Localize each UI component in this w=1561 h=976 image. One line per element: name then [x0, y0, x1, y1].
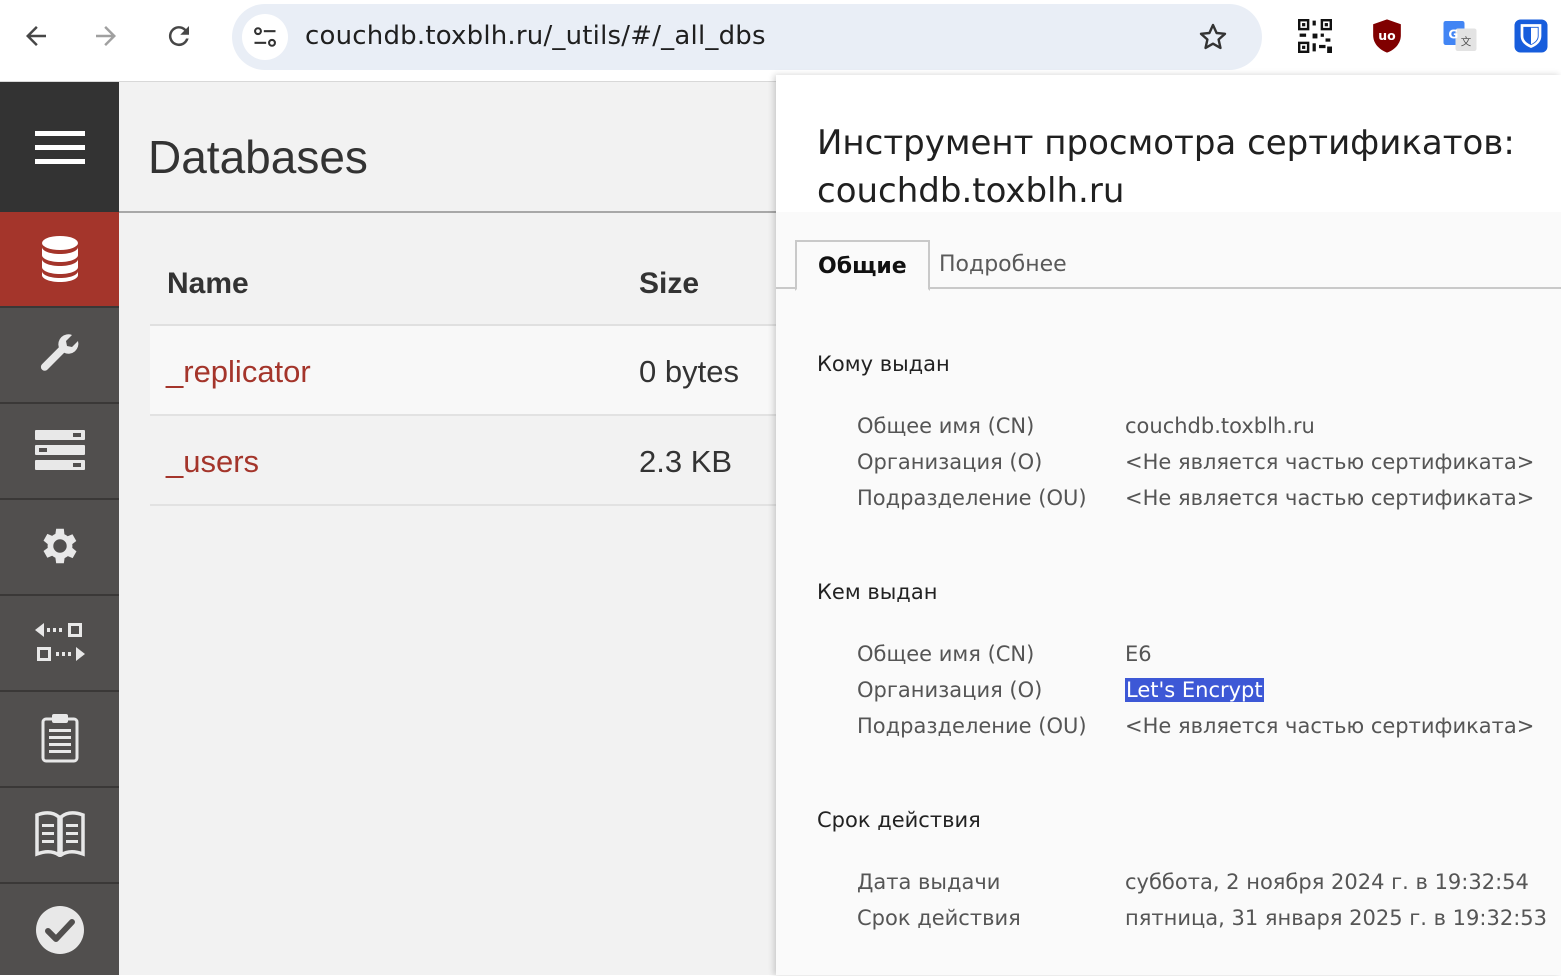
field-label: Дата выдачи	[857, 870, 1001, 894]
reload-button[interactable]	[157, 14, 201, 58]
table-header: Name Size	[150, 247, 779, 326]
field-label: Срок действия	[857, 906, 1021, 930]
issued-to-heading: Кому выдан	[817, 352, 950, 376]
page-title: Databases	[148, 131, 368, 183]
hamburger-icon	[34, 131, 85, 164]
certificate-title-bar: Инструмент просмотра сертификатов: couch…	[776, 75, 1561, 212]
field-label: Организация (O)	[857, 450, 1043, 474]
field-value-selected[interactable]: Let's Encrypt	[1125, 678, 1264, 702]
sidebar-item-documentation[interactable]	[0, 786, 119, 880]
database-size: 0 bytes	[639, 354, 739, 389]
certificate-viewer: Инструмент просмотра сертификатов: couch…	[776, 75, 1561, 975]
bitwarden-extension[interactable]	[1511, 16, 1551, 56]
tab-details[interactable]: Подробнее	[918, 240, 1088, 289]
bitwarden-shield-icon	[1514, 19, 1548, 53]
column-header-name[interactable]: Name	[167, 267, 249, 301]
check-circle-icon	[35, 906, 84, 954]
tune-icon	[254, 27, 276, 47]
replication-icon	[34, 623, 85, 661]
sidebar-item-logs[interactable]	[0, 690, 119, 784]
field-label: Общее имя (CN)	[857, 642, 1035, 666]
ublock-origin-icon: uo	[1373, 19, 1401, 53]
sidebar-item-active-tasks[interactable]	[0, 402, 119, 496]
field-value: <Не является частью сертификата>	[1125, 450, 1535, 474]
site-info-button[interactable]	[242, 14, 288, 60]
issued-by-heading: Кем выдан	[817, 580, 938, 604]
svg-text:G: G	[1448, 27, 1458, 41]
field-value: <Не является частью сертификата>	[1125, 714, 1535, 738]
gear-icon	[43, 528, 76, 564]
certificate-title-line: Инструмент просмотра сертификатов:	[817, 123, 1515, 163]
database-link-replicator[interactable]: _replicator	[166, 354, 311, 390]
table-row: _users 2.3 KB	[150, 416, 779, 506]
field-value: пятница, 31 января 2025 г. в 19:32:53	[1125, 906, 1547, 930]
couchdb-sidebar	[0, 82, 119, 975]
arrow-right-icon	[96, 26, 116, 46]
sidebar-item-databases[interactable]	[0, 212, 119, 306]
database-size: 2.3 KB	[639, 444, 733, 479]
browser-toolbar: couchdb.toxblh.ru/_utils/#/_all_dbs uo G…	[0, 0, 1561, 82]
database-icon	[41, 236, 78, 282]
svg-text:uo: uo	[1378, 28, 1396, 43]
back-button[interactable]	[14, 14, 58, 58]
star-icon	[1199, 23, 1227, 50]
arrow-left-icon	[26, 26, 46, 46]
clipboard-icon	[41, 714, 78, 763]
address-bar[interactable]: couchdb.toxblh.ru/_utils/#/_all_dbs	[232, 4, 1262, 70]
database-link-users[interactable]: _users	[166, 444, 259, 480]
reload-icon	[168, 26, 189, 47]
certificate-title: Инструмент просмотра сертификатов: couch…	[817, 119, 1515, 215]
sidebar-item-config[interactable]	[0, 498, 119, 592]
server-list-icon	[34, 430, 85, 470]
field-value: суббота, 2 ноября 2024 г. в 19:32:54	[1125, 870, 1529, 894]
column-header-size[interactable]: Size	[639, 267, 699, 301]
databases-table: Name Size _replicator 0 bytes _users 2.3…	[150, 247, 779, 506]
field-value: couchdb.toxblh.ru	[1125, 414, 1315, 438]
ublock-extension[interactable]: uo	[1367, 16, 1407, 56]
field-label: Организация (O)	[857, 678, 1043, 702]
validity-heading: Срок действия	[817, 808, 981, 832]
book-icon	[34, 811, 85, 857]
bookmark-button[interactable]	[1194, 18, 1232, 56]
sidebar-item-verify[interactable]	[0, 882, 119, 976]
tab-general[interactable]: Общие	[795, 240, 930, 291]
wrench-icon	[40, 334, 78, 371]
page-header: Databases	[119, 82, 779, 213]
sidebar-item-replication[interactable]	[0, 594, 119, 688]
qr-code-icon	[1298, 19, 1332, 53]
field-label: Подразделение (OU)	[857, 714, 1087, 738]
qr-code-extension[interactable]	[1295, 16, 1335, 56]
menu-toggle[interactable]	[0, 82, 119, 212]
certificate-tabs: Общие Подробнее	[776, 240, 1561, 291]
sidebar-item-setup[interactable]	[0, 306, 119, 400]
translate-icon: G 文	[1443, 21, 1477, 51]
forward-button[interactable]	[84, 14, 128, 58]
svg-text:文: 文	[1461, 35, 1472, 48]
certificate-title-host: couchdb.toxblh.ru	[817, 171, 1125, 211]
field-label: Общее имя (CN)	[857, 414, 1035, 438]
field-value: E6	[1125, 642, 1152, 666]
table-row: _replicator 0 bytes	[150, 326, 779, 416]
google-translate-extension[interactable]: G 文	[1440, 16, 1480, 56]
url-text[interactable]: couchdb.toxblh.ru/_utils/#/_all_dbs	[305, 21, 766, 51]
field-label: Подразделение (OU)	[857, 486, 1087, 510]
selected-text: Let's Encrypt	[1125, 678, 1264, 702]
databases-panel: Databases Name Size _replicator 0 bytes …	[119, 82, 779, 975]
field-value: <Не является частью сертификата>	[1125, 486, 1535, 510]
